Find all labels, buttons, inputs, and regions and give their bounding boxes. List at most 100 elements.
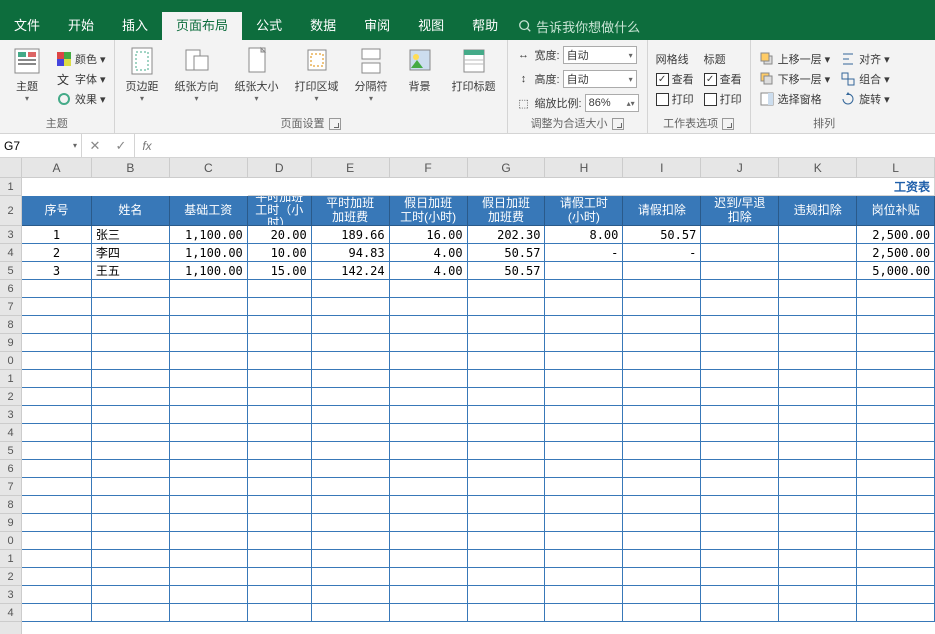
row-header[interactable]: 3 (0, 406, 21, 424)
table-cell[interactable] (623, 352, 701, 370)
table-cell[interactable] (545, 442, 623, 460)
theme-colors[interactable]: 颜色 ▾ (54, 50, 108, 68)
gridlines-view-check[interactable]: ✓查看 (654, 70, 696, 88)
table-cell[interactable] (170, 280, 248, 298)
table-cell[interactable] (623, 316, 701, 334)
table-cell[interactable]: 10.00 (248, 244, 312, 262)
table-cell[interactable]: 5,000.00 (857, 262, 935, 280)
table-cell[interactable] (312, 550, 390, 568)
table-cell[interactable]: 1 (22, 226, 92, 244)
table-cell[interactable] (170, 442, 248, 460)
table-cell[interactable] (468, 514, 546, 532)
column-header[interactable]: G (468, 158, 546, 178)
table-cell[interactable] (779, 442, 857, 460)
table-cell[interactable]: 1,100.00 (170, 226, 248, 244)
table-cell[interactable] (779, 370, 857, 388)
table-header-cell[interactable]: 假日加班加班费 (468, 196, 546, 226)
table-cell[interactable]: 张三 (92, 226, 170, 244)
table-cell[interactable] (468, 406, 546, 424)
table-cell[interactable] (545, 550, 623, 568)
table-cell[interactable] (701, 370, 779, 388)
table-cell[interactable] (312, 280, 390, 298)
table-cell[interactable] (701, 586, 779, 604)
themes-button[interactable]: 主题▾ (6, 43, 48, 115)
group[interactable]: 组合 ▾ (838, 70, 892, 88)
table-cell[interactable] (92, 424, 170, 442)
row-header[interactable]: 7 (0, 478, 21, 496)
table-cell[interactable] (701, 496, 779, 514)
table-cell[interactable] (92, 586, 170, 604)
table-cell[interactable] (701, 460, 779, 478)
row-header[interactable]: 9 (0, 334, 21, 352)
table-cell[interactable] (170, 568, 248, 586)
row-header[interactable]: 2 (0, 196, 21, 226)
table-cell[interactable] (701, 424, 779, 442)
table-cell[interactable] (468, 550, 546, 568)
table-cell[interactable] (248, 568, 312, 586)
table-cell[interactable] (22, 460, 92, 478)
table-cell[interactable] (390, 406, 468, 424)
width-combo[interactable]: 自动▾ (563, 46, 637, 64)
table-cell[interactable]: 4.00 (390, 262, 468, 280)
table-cell[interactable] (623, 496, 701, 514)
menu-view[interactable]: 视图 (404, 12, 458, 40)
fx-icon[interactable]: fx (135, 134, 159, 157)
table-cell[interactable] (857, 496, 935, 514)
table-cell[interactable] (170, 604, 248, 622)
table-cell[interactable] (857, 334, 935, 352)
table-cell[interactable] (92, 388, 170, 406)
table-cell[interactable] (170, 496, 248, 514)
orientation-button[interactable]: 纸张方向▾ (170, 43, 224, 115)
table-cell[interactable] (701, 406, 779, 424)
menu-insert[interactable]: 插入 (108, 12, 162, 40)
table-cell[interactable] (779, 424, 857, 442)
table-cell[interactable] (701, 298, 779, 316)
table-cell[interactable] (545, 604, 623, 622)
table-cell[interactable] (468, 604, 546, 622)
table-cell[interactable] (468, 424, 546, 442)
column-header[interactable]: C (170, 158, 248, 178)
table-header-cell[interactable]: 姓名 (92, 196, 170, 226)
table-cell[interactable] (248, 352, 312, 370)
table-cell[interactable] (779, 334, 857, 352)
table-cell[interactable] (468, 352, 546, 370)
table-header-cell[interactable]: 基础工资 (170, 196, 248, 226)
column-header[interactable]: A (22, 158, 92, 178)
table-cell[interactable] (22, 316, 92, 334)
table-cell[interactable] (22, 388, 92, 406)
table-cell[interactable] (248, 442, 312, 460)
table-cell[interactable] (701, 604, 779, 622)
table-cell[interactable] (857, 280, 935, 298)
table-cell[interactable] (701, 442, 779, 460)
table-cell[interactable] (312, 388, 390, 406)
table-cell[interactable] (545, 352, 623, 370)
table-cell[interactable]: 4.00 (390, 244, 468, 262)
table-cell[interactable] (312, 334, 390, 352)
table-cell[interactable] (468, 568, 546, 586)
table-cell[interactable] (170, 388, 248, 406)
table-cell[interactable] (779, 604, 857, 622)
table-cell[interactable] (701, 550, 779, 568)
table-cell[interactable] (545, 532, 623, 550)
table-header-cell[interactable]: 序号 (22, 196, 92, 226)
table-cell[interactable] (545, 496, 623, 514)
table-cell[interactable] (312, 532, 390, 550)
table-cell[interactable] (170, 460, 248, 478)
table-cell[interactable] (170, 370, 248, 388)
table-cell[interactable] (170, 424, 248, 442)
table-cell[interactable] (92, 334, 170, 352)
headings-view-check[interactable]: ✓查看 (702, 70, 744, 88)
column-header[interactable]: F (390, 158, 468, 178)
row-header[interactable]: 5 (0, 442, 21, 460)
table-cell[interactable] (22, 424, 92, 442)
table-cell[interactable] (701, 262, 779, 280)
table-cell[interactable] (857, 406, 935, 424)
table-cell[interactable] (248, 550, 312, 568)
table-cell[interactable] (390, 352, 468, 370)
scale-height[interactable]: ↕高度:自动▾ (514, 69, 641, 89)
table-cell[interactable] (623, 424, 701, 442)
table-cell[interactable] (170, 406, 248, 424)
table-cell[interactable] (92, 496, 170, 514)
table-cell[interactable] (248, 334, 312, 352)
table-header-cell[interactable]: 假日加班工时(小时) (390, 196, 468, 226)
